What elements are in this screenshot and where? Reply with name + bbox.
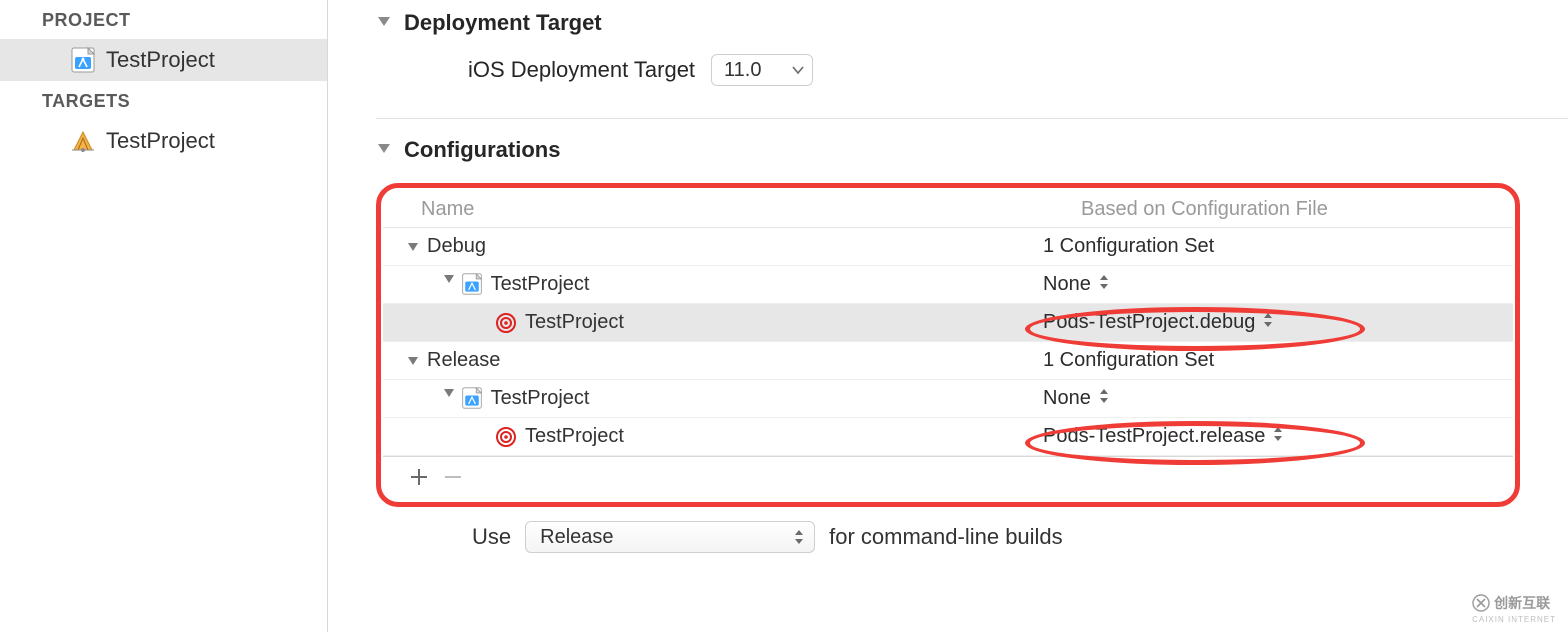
updown-icon	[1263, 311, 1273, 334]
disclosure-triangle-icon	[407, 241, 419, 253]
sidebar-project-header: PROJECT	[0, 0, 327, 39]
ios-deployment-target-combo[interactable]: 11.0	[711, 54, 812, 86]
configurations-section: Configurations	[328, 137, 1568, 183]
config-row-based-cell[interactable]: Pods-TestProject.debug	[1043, 311, 1513, 334]
config-row-based-value: Pods-TestProject.debug	[1043, 311, 1255, 334]
configurations-area: Name Based on Configuration File Debug 1 …	[376, 183, 1520, 553]
target-icon	[495, 312, 517, 334]
use-configuration-select[interactable]: Release	[525, 521, 815, 553]
configurations-table-body: Debug 1 Configuration Set TestProject None…	[383, 228, 1513, 456]
column-based-on[interactable]: Based on Configuration File	[1081, 198, 1513, 221]
config-row-name: TestProject	[525, 311, 624, 334]
config-row-based-cell[interactable]: None	[1043, 273, 1513, 296]
sidebar: PROJECT TestProject TARGETS	[0, 0, 328, 632]
disclosure-triangle-icon[interactable]	[376, 12, 392, 35]
config-row-name: TestProject	[491, 387, 590, 410]
ios-deployment-target-label: iOS Deployment Target	[468, 57, 695, 83]
config-row-config[interactable]: Debug 1 Configuration Set	[383, 228, 1513, 266]
sidebar-target-label: TestProject	[106, 128, 215, 154]
disclosure-triangle-icon	[407, 355, 419, 367]
deployment-target-section: Deployment Target iOS Deployment Target …	[328, 10, 1568, 118]
config-row-project[interactable]: TestProject None	[383, 266, 1513, 304]
sidebar-target-item[interactable]: TestProject	[0, 120, 327, 162]
column-name[interactable]: Name	[421, 198, 1081, 221]
config-row-based-cell[interactable]: None	[1043, 387, 1513, 410]
config-row-based-value: Pods-TestProject.release	[1043, 425, 1265, 448]
use-label: Use	[472, 524, 511, 550]
config-row-name: Release	[427, 349, 500, 372]
use-suffix-label: for command-line builds	[829, 524, 1063, 550]
config-row-config[interactable]: Release 1 Configuration Set	[383, 342, 1513, 380]
config-row-name: Debug	[427, 235, 486, 258]
ios-deployment-target-value: 11.0	[724, 59, 761, 82]
updown-icon	[1099, 273, 1109, 296]
main-panel: Deployment Target iOS Deployment Target …	[328, 0, 1568, 632]
updown-icon	[1099, 387, 1109, 410]
updown-icon	[1273, 425, 1283, 448]
config-row-name: TestProject	[491, 273, 590, 296]
xcode-project-icon	[70, 47, 96, 73]
app-target-icon	[70, 128, 96, 154]
configurations-title: Configurations	[404, 137, 560, 163]
config-row-based-value: None	[1043, 387, 1091, 410]
config-row-target[interactable]: TestProject Pods-TestProject.debug	[383, 304, 1513, 342]
sidebar-project-label: TestProject	[106, 47, 215, 73]
disclosure-triangle-icon[interactable]	[376, 139, 392, 162]
xcode-project-icon	[443, 387, 483, 410]
use-configuration-row: Use Release for command-line builds	[376, 507, 1520, 553]
highlight-box: Name Based on Configuration File Debug 1 …	[376, 183, 1520, 507]
configurations-table-header: Name Based on Configuration File	[383, 194, 1513, 228]
config-row-based-cell: 1 Configuration Set	[1043, 349, 1513, 372]
sidebar-targets-header: TARGETS	[0, 81, 327, 120]
add-configuration-button[interactable]	[409, 463, 429, 494]
config-row-target[interactable]: TestProject Pods-TestProject.release	[383, 418, 1513, 456]
target-icon	[495, 426, 517, 448]
config-row-name: TestProject	[525, 425, 624, 448]
use-configuration-value: Release	[540, 526, 613, 549]
config-row-project[interactable]: TestProject None	[383, 380, 1513, 418]
config-row-based-cell: 1 Configuration Set	[1043, 235, 1513, 258]
section-divider	[376, 118, 1568, 119]
xcode-project-icon	[443, 273, 483, 296]
config-row-based-value: 1 Configuration Set	[1043, 349, 1214, 372]
chevron-down-icon	[792, 62, 804, 78]
config-row-based-value: None	[1043, 273, 1091, 296]
updown-icon	[794, 529, 804, 546]
sidebar-project-item[interactable]: TestProject	[0, 39, 327, 81]
config-row-based-value: 1 Configuration Set	[1043, 235, 1214, 258]
remove-configuration-button[interactable]	[443, 463, 463, 494]
deployment-target-title: Deployment Target	[404, 10, 602, 36]
config-row-based-cell[interactable]: Pods-TestProject.release	[1043, 425, 1513, 448]
watermark: 创新互联 CAIXIN INTERNET	[1472, 593, 1556, 624]
